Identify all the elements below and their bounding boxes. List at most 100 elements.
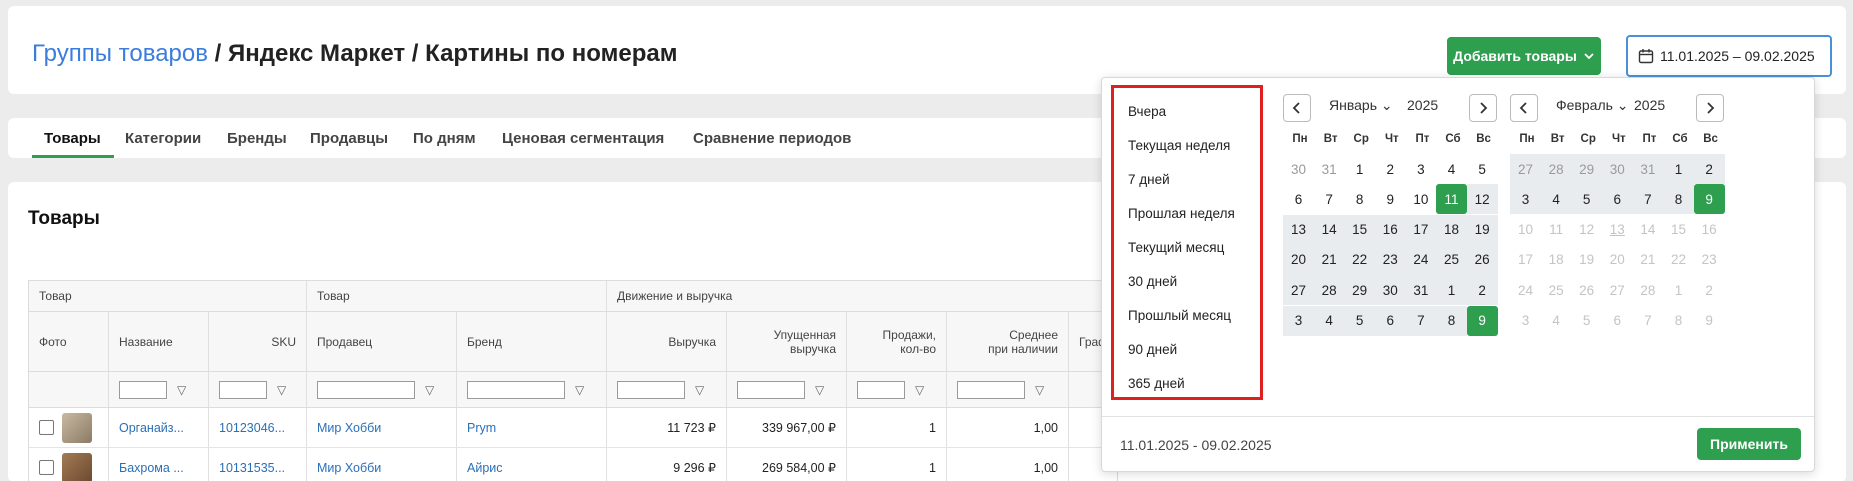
column-header[interactable]: Фото — [29, 312, 109, 371]
calendar-day[interactable]: 29 — [1344, 275, 1376, 306]
calendar-day[interactable]: 14 — [1313, 214, 1345, 245]
calendar-day[interactable]: 10 — [1405, 184, 1436, 214]
tab-products[interactable]: Товары — [44, 130, 101, 147]
calendar-day[interactable]: 16 — [1694, 215, 1725, 245]
filter-input[interactable] — [219, 380, 267, 399]
filter-input[interactable] — [857, 380, 905, 399]
calendar-day[interactable]: 22 — [1344, 244, 1376, 275]
table-row[interactable]: Бахрома ... 10131535... Мир Хобби Айрис … — [29, 448, 1117, 481]
calendar-day[interactable]: 12 — [1466, 184, 1498, 215]
calendar-day[interactable]: 8 — [1663, 306, 1694, 336]
calendar-day-range-end[interactable]: 9 — [1693, 184, 1725, 215]
prev-month-button[interactable] — [1283, 94, 1311, 122]
filter-icon[interactable]: ▽ — [575, 383, 584, 397]
calendar-day[interactable]: 8 — [1344, 184, 1375, 214]
apply-button[interactable]: Применить — [1697, 428, 1801, 460]
filter-icon[interactable]: ▽ — [177, 383, 186, 397]
preset-7-days[interactable]: 7 дней — [1128, 172, 1170, 187]
calendar-day[interactable]: 3 — [1510, 184, 1541, 215]
calendar-day[interactable]: 9 — [1694, 306, 1725, 336]
breadcrumb-link-groups[interactable]: Группы товаров — [32, 40, 208, 67]
calendar-day[interactable]: 7 — [1405, 305, 1437, 336]
calendar-day[interactable]: 12 — [1571, 215, 1602, 245]
tab-price-segmentation[interactable]: Ценовая сегментация — [502, 130, 664, 147]
calendar-day[interactable]: 30 — [1601, 154, 1633, 184]
calendar-day[interactable]: 1 — [1663, 154, 1694, 184]
tab-by-days[interactable]: По дням — [413, 130, 476, 147]
calendar-day[interactable]: 29 — [1571, 154, 1603, 184]
preset-current-month[interactable]: Текущий месяц — [1128, 240, 1224, 255]
calendar-day[interactable]: 8 — [1663, 184, 1694, 215]
filter-icon[interactable]: ▽ — [425, 383, 434, 397]
filter-icon[interactable]: ▽ — [1035, 383, 1044, 397]
calendar-day[interactable]: 14 — [1632, 215, 1663, 245]
calendar-day[interactable]: 2 — [1466, 275, 1498, 306]
seller-link[interactable]: Мир Хобби — [307, 448, 457, 481]
calendar-day[interactable]: 21 — [1313, 244, 1345, 275]
calendar-day[interactable]: 10 — [1510, 215, 1541, 245]
next-month-button[interactable] — [1696, 94, 1724, 122]
calendar-day[interactable]: 1 — [1436, 275, 1467, 306]
calendar-day[interactable]: 24 — [1510, 275, 1541, 305]
calendar-day[interactable]: 7 — [1314, 184, 1345, 214]
calendar-day[interactable]: 15 — [1663, 215, 1694, 245]
calendar-day[interactable]: 13 — [1602, 215, 1633, 245]
product-name[interactable]: Органайз... — [109, 408, 209, 447]
preset-365-days[interactable]: 365 дней — [1128, 376, 1185, 391]
prev-month-button[interactable] — [1510, 94, 1538, 122]
month-select[interactable]: Февраль ⌄ — [1556, 97, 1629, 114]
calendar-day[interactable]: 23 — [1694, 245, 1725, 275]
calendar-day[interactable]: 30 — [1283, 154, 1314, 184]
calendar-day[interactable]: 17 — [1405, 214, 1437, 245]
calendar-day[interactable]: 27 — [1602, 275, 1633, 305]
add-products-button[interactable]: Добавить товары — [1447, 37, 1601, 75]
calendar-day[interactable]: 2 — [1375, 154, 1406, 184]
filter-icon[interactable]: ▽ — [815, 383, 824, 397]
calendar-day[interactable]: 26 — [1571, 275, 1602, 305]
calendar-day[interactable]: 16 — [1374, 214, 1406, 245]
calendar-day[interactable]: 4 — [1541, 306, 1572, 336]
calendar-day[interactable]: 19 — [1571, 245, 1602, 275]
preset-last-week[interactable]: Прошлая неделя — [1128, 206, 1235, 221]
calendar-day[interactable]: 20 — [1283, 244, 1314, 275]
brand-link[interactable]: Prym — [457, 408, 607, 447]
calendar-day[interactable]: 17 — [1510, 245, 1541, 275]
month-select[interactable]: Январь ⌄ — [1329, 97, 1393, 114]
calendar-day[interactable]: 18 — [1436, 214, 1467, 245]
calendar-day[interactable]: 7 — [1632, 306, 1663, 336]
calendar-day[interactable]: 6 — [1374, 305, 1406, 336]
calendar-day[interactable]: 24 — [1405, 244, 1437, 275]
year-label[interactable]: 2025 — [1634, 97, 1665, 113]
calendar-day[interactable]: 6 — [1601, 184, 1633, 215]
calendar-day[interactable]: 5 — [1467, 154, 1498, 184]
calendar-day[interactable]: 2 — [1694, 275, 1725, 305]
column-header[interactable]: SKU — [209, 312, 307, 371]
product-sku[interactable]: 10123046... — [209, 408, 307, 447]
calendar-day-range-start[interactable]: 11 — [1436, 184, 1467, 215]
preset-last-month[interactable]: Прошлый месяц — [1128, 308, 1231, 323]
filter-icon[interactable]: ▽ — [277, 383, 286, 397]
calendar-day[interactable]: 27 — [1283, 275, 1314, 306]
calendar-day[interactable]: 3 — [1510, 306, 1541, 336]
calendar-day[interactable]: 1 — [1663, 275, 1694, 305]
row-checkbox[interactable] — [39, 420, 54, 435]
preset-yesterday[interactable]: Вчера — [1128, 104, 1166, 119]
calendar-day[interactable]: 5 — [1344, 305, 1376, 336]
calendar-day[interactable]: 13 — [1283, 214, 1314, 245]
preset-30-days[interactable]: 30 дней — [1128, 274, 1177, 289]
calendar-day[interactable]: 4 — [1436, 154, 1467, 184]
calendar-day[interactable]: 31 — [1632, 154, 1664, 184]
calendar-day[interactable]: 23 — [1374, 244, 1406, 275]
calendar-day[interactable]: 9 — [1375, 184, 1406, 214]
tab-period-comparison[interactable]: Сравнение периодов — [693, 130, 851, 147]
calendar-day[interactable]: 6 — [1283, 184, 1314, 214]
column-header[interactable]: Продавец — [307, 312, 457, 371]
calendar-day[interactable]: 25 — [1541, 275, 1572, 305]
calendar-day[interactable]: 7 — [1632, 184, 1664, 215]
seller-link[interactable]: Мир Хобби — [307, 408, 457, 447]
calendar-day[interactable]: 5 — [1571, 306, 1602, 336]
calendar-day[interactable]: 11 — [1541, 215, 1572, 245]
calendar-day[interactable]: 31 — [1405, 275, 1437, 306]
calendar-day[interactable]: 26 — [1466, 244, 1498, 275]
calendar-day[interactable]: 28 — [1313, 275, 1345, 306]
